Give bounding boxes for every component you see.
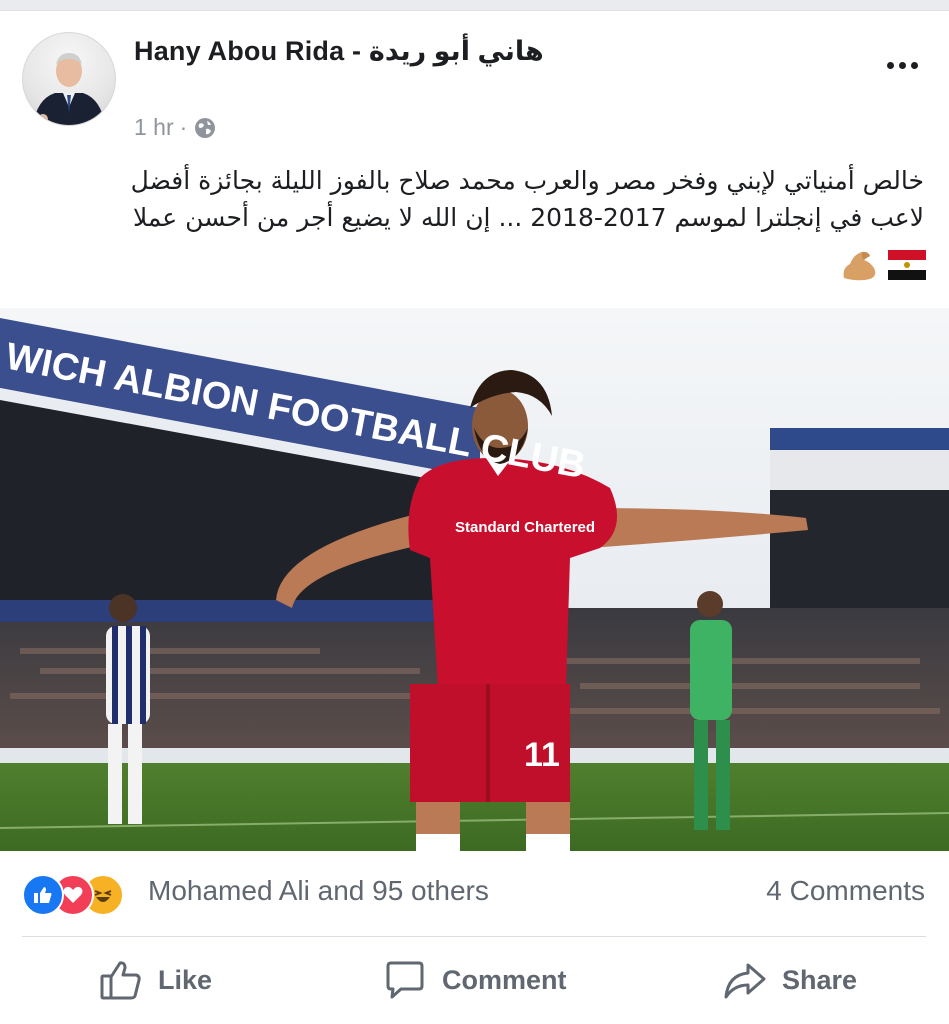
post-actions: Like Comment Share [0, 940, 949, 1024]
shirt-sponsor-text: Standard Chartered [455, 519, 595, 536]
post-timestamp[interactable]: 1 hr [134, 114, 174, 141]
comment-icon [386, 961, 424, 999]
more-options-icon[interactable] [880, 50, 924, 80]
meta-separator: · [179, 114, 188, 140]
comments-count[interactable]: 4 Comments [766, 875, 925, 907]
post-photo[interactable]: WICH ALBION FOOTBALL CLUB Standard Chart… [0, 308, 949, 851]
post-meta: 1 hr · [134, 114, 217, 141]
more-dot [898, 61, 906, 69]
heart-icon [63, 886, 83, 903]
post-text: خالص أمنياتي لإبني وفخر مصر والعرب محمد … [30, 162, 924, 236]
share-icon [724, 963, 766, 999]
share-button[interactable]: Share [722, 954, 857, 1006]
football-celebration-image: WICH ALBION FOOTBALL CLUB Standard Chart… [0, 308, 949, 851]
avatar[interactable] [22, 32, 116, 126]
actions-divider [22, 936, 926, 937]
more-dot [886, 61, 894, 69]
like-reaction-icon [22, 874, 64, 916]
post-header: Hany Abou Rida - هاني أبو ريدة 1 hr · [0, 10, 949, 150]
author-name[interactable]: Hany Abou Rida - هاني أبو ريدة [134, 36, 544, 67]
flexed-biceps-icon [843, 251, 876, 281]
shirt-number-text: 11 [524, 736, 560, 774]
egypt-flag-icon [888, 250, 926, 280]
comment-label: Comment [442, 964, 567, 995]
globe-icon[interactable] [193, 116, 217, 140]
avatar-portrait-icon [33, 53, 105, 125]
thumb-up-icon [34, 887, 52, 903]
comment-button[interactable]: Comment [382, 954, 567, 1006]
share-label: Share [782, 964, 858, 995]
reaction-icons[interactable] [22, 874, 138, 916]
reactions-bar: Mohamed Ali and 95 others 4 Comments [0, 862, 949, 924]
like-label: Like [158, 964, 213, 995]
post-text-line: خالص أمنياتي لإبني وفخر مصر والعرب محمد … [130, 166, 924, 195]
like-icon [100, 961, 141, 1000]
more-dot [910, 61, 918, 69]
reactions-summary[interactable]: Mohamed Ali and 95 others [148, 875, 489, 907]
emoji-row [840, 248, 926, 282]
post-text-line: لاعب في إنجلترا لموسم 2017-2018 ... إن ا… [132, 203, 924, 232]
like-button[interactable]: Like [98, 954, 212, 1006]
